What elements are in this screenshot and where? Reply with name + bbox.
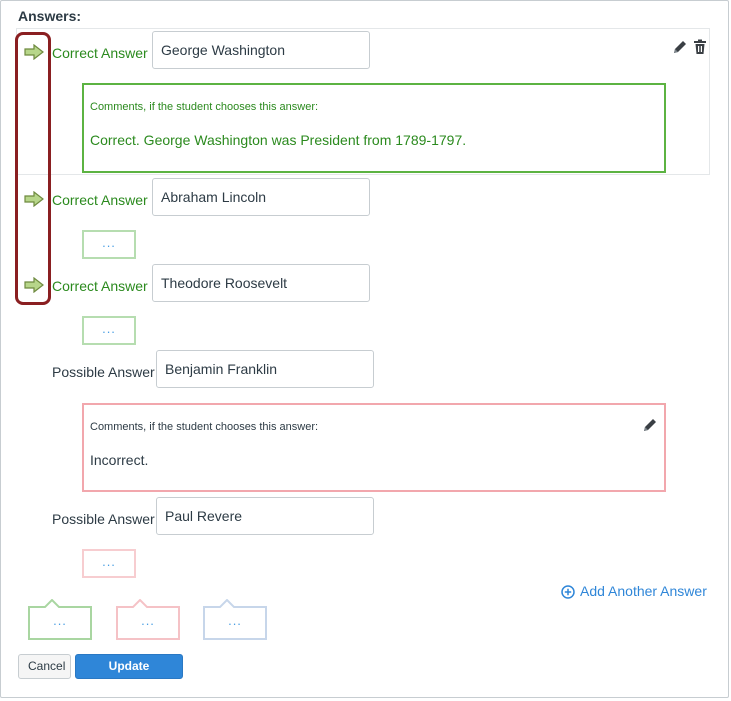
add-another-answer-link[interactable]: Add Another Answer <box>561 583 707 599</box>
answer-1-type-label: Correct Answer <box>52 45 148 61</box>
bubble-tip <box>132 599 148 608</box>
correct-comment-box[interactable]: Comments, if the student chooses this an… <box>82 83 666 173</box>
correct-answer-highlight <box>15 32 51 305</box>
plus-circle-icon <box>561 585 575 599</box>
incorrect-comment-bubble[interactable]: ... <box>116 606 180 640</box>
bubble-tip <box>44 599 60 608</box>
incorrect-comment-box[interactable]: Comments, if the student chooses this an… <box>82 403 666 492</box>
answer-2-input[interactable] <box>152 178 370 216</box>
answer-3-input[interactable] <box>152 264 370 302</box>
cancel-button[interactable]: Cancel <box>18 654 71 679</box>
add-another-answer-label: Add Another Answer <box>580 583 707 599</box>
answer-4-input[interactable] <box>156 350 374 388</box>
answers-heading: Answers: <box>18 8 82 24</box>
answer-2-type-label: Correct Answer <box>52 192 148 208</box>
answer-3-comment-toggle[interactable]: ... <box>82 316 136 345</box>
neutral-comment-bubble[interactable]: ... <box>203 606 267 640</box>
update-question-button[interactable]: Update Question <box>75 654 183 696</box>
comment-prompt: Comments, if the student chooses this an… <box>90 101 319 113</box>
correct-comment-bubble[interactable]: ... <box>28 606 92 640</box>
comment-incorrect-text: Incorrect. <box>90 452 149 468</box>
answer-4-type-label: Possible Answer <box>52 364 155 380</box>
answer-5-type-label: Possible Answer <box>52 511 155 527</box>
answer-2-comment-toggle[interactable]: ... <box>82 230 136 259</box>
answer-1-input[interactable] <box>152 31 370 69</box>
pencil-icon[interactable] <box>642 417 658 433</box>
answer-5-input[interactable] <box>156 497 374 535</box>
bubble-tip <box>219 599 235 608</box>
comment-correct-text: Correct. George Washington was President… <box>90 132 467 148</box>
trash-icon[interactable] <box>693 39 707 55</box>
answer-3-type-label: Correct Answer <box>52 278 148 294</box>
pencil-icon[interactable] <box>672 39 688 55</box>
answer-5-comment-toggle[interactable]: ... <box>82 549 136 578</box>
comment-prompt: Comments, if the student chooses this an… <box>90 421 319 433</box>
